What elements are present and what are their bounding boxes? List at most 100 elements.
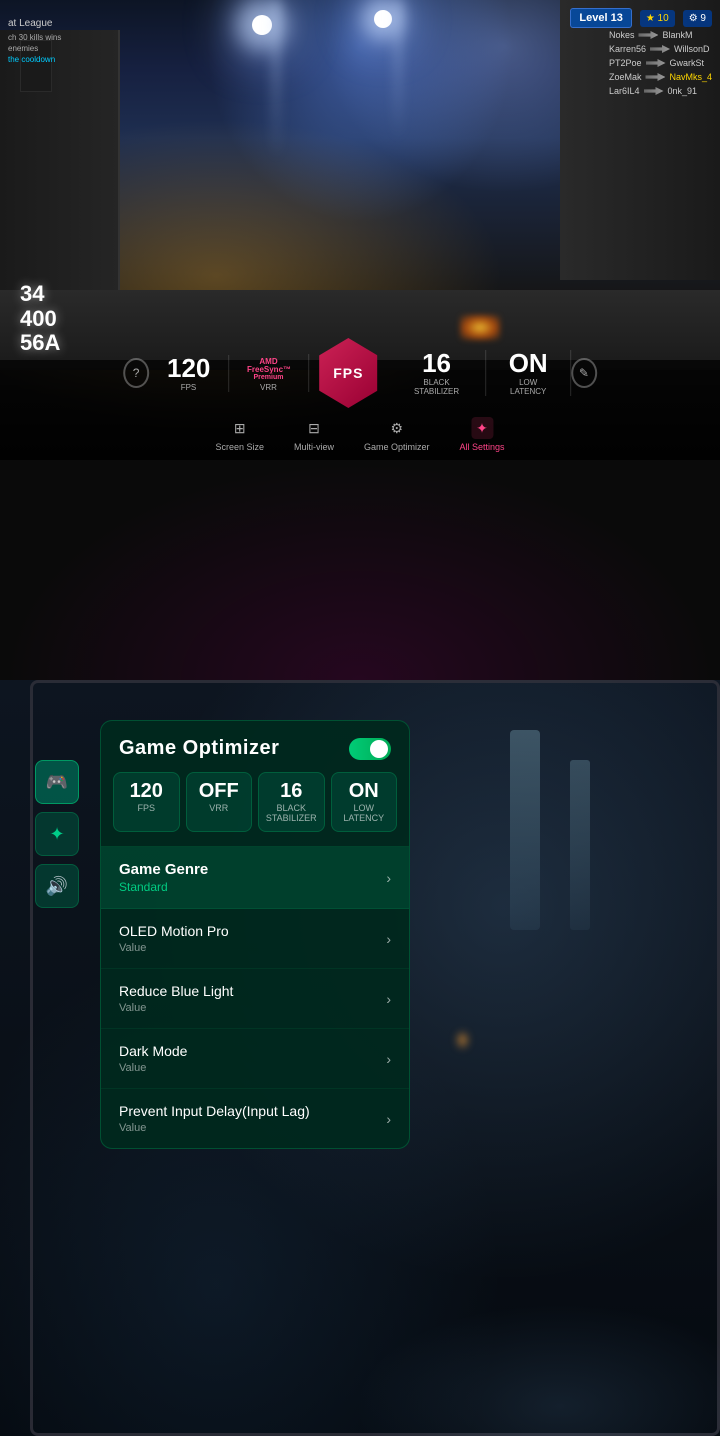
fps-label: FPS: [167, 383, 210, 392]
all-settings-icon: ✦: [471, 417, 493, 439]
all-settings-label: All Settings: [460, 442, 505, 452]
victim-name: GwarkSt: [670, 58, 705, 68]
victim-name: NavMks_4: [669, 72, 712, 82]
kill-entry: ZoeMak NavMks_4: [609, 72, 712, 82]
screen-size-label: Screen Size: [215, 442, 264, 452]
game-genre-item[interactable]: Game Genre Standard ›: [101, 847, 409, 909]
game-optimizer-label: Game Optimizer: [364, 442, 430, 452]
dark-mode-value: Value: [119, 1062, 187, 1074]
input-delay-label: Prevent Input Delay(Input Lag): [119, 1103, 310, 1119]
qs-ll-label: Low Latency: [338, 803, 391, 823]
qs-vrr-value: OFF: [193, 781, 246, 801]
input-delay-value: Value: [119, 1122, 310, 1134]
panel-header: Game Optimizer: [101, 721, 409, 772]
genre-text: Game Genre Standard: [119, 861, 208, 894]
killer-name: Nokes: [609, 30, 635, 40]
setting-info: Prevent Input Delay(Input Lag) Value: [119, 1103, 310, 1134]
killer-name: Karren56: [609, 44, 646, 54]
low-latency-value: ON: [504, 350, 552, 376]
score-display: 34 400 56A: [20, 282, 60, 355]
killer-name: ZoeMak: [609, 72, 642, 82]
low-latency-stat: ON Low Latency: [486, 350, 571, 396]
ice-pillar-2: [570, 760, 590, 930]
setting-dark-mode[interactable]: Dark Mode Value ›: [101, 1029, 409, 1089]
weapon-icon: [644, 87, 664, 95]
setting-value: Value: [119, 942, 229, 954]
vrr-label: VRR: [247, 383, 290, 392]
bottom-toolbar: ⊞ Screen Size ⊟ Multi-view ⚙ Game Optimi…: [215, 417, 504, 452]
genre-value: Standard: [119, 880, 208, 894]
black-stab-value: 16: [406, 350, 468, 376]
reduce-blue-light-value: Value: [119, 1002, 233, 1014]
fps-value: 120: [167, 355, 210, 381]
star-icon: ✦: [49, 824, 64, 845]
score-line2: 400: [20, 307, 60, 331]
qs-vrr-label: VRR: [193, 803, 246, 813]
middle-section: [0, 460, 720, 680]
weapon-icon: [645, 73, 665, 81]
chevron-right-icon: ›: [386, 1111, 391, 1127]
victim-name: 0nk_91: [668, 86, 698, 96]
kills-stat: ch 30 kills wins: [8, 33, 61, 42]
vrr-stat: AMD FreeSync™ Premium VRR: [229, 354, 309, 392]
chevron-right-icon: ›: [386, 1051, 391, 1067]
black-stabilizer-stat: 16 Black Stabilizer: [388, 350, 487, 396]
fps-stat: 120 FPS: [149, 355, 229, 392]
setting-info: Dark Mode Value: [119, 1043, 187, 1074]
muzzle-flash: [460, 315, 500, 340]
left-hud: at League ch 30 kills wins enemies the c…: [8, 18, 61, 64]
setting-info: Reduce Blue Light Value: [119, 983, 233, 1014]
stats-row: ? 120 FPS AMD FreeSync™ Premium VRR: [123, 338, 597, 408]
side-nav-volume[interactable]: 🔊: [35, 864, 79, 908]
optimizer-toggle[interactable]: [349, 738, 391, 760]
setting-prevent-input-delay[interactable]: Prevent Input Delay(Input Lag) Value ›: [101, 1089, 409, 1148]
kill-entry: Karren56 WillsonD: [609, 44, 712, 54]
setting-name: OLED Motion Pro: [119, 923, 229, 939]
qs-black-stabilizer: 16 Black Stabilizer: [258, 772, 325, 832]
toolbar-screen-size[interactable]: ⊞ Screen Size: [215, 417, 264, 452]
toggle-knob: [370, 740, 388, 758]
kill-feed: Nokes BlankM Karren56 WillsonD PT2Poe Gw…: [609, 30, 712, 96]
panel-title: Game Optimizer: [119, 737, 279, 760]
toolbar-multi-view[interactable]: ⊟ Multi-view: [294, 417, 334, 452]
weapon-icon: [638, 31, 658, 39]
torch-light: [455, 1030, 470, 1050]
gamepad-icon: 🎮: [46, 772, 68, 793]
victim-name: BlankM: [662, 30, 692, 40]
qs-bs-label: Black Stabilizer: [265, 803, 318, 823]
kill-entry: PT2Poe GwarkSt: [609, 58, 712, 68]
killer-name: PT2Poe: [609, 58, 642, 68]
fps-center-badge: FPS: [319, 338, 378, 408]
setting-info: OLED Motion Pro Value: [119, 923, 229, 954]
edit-button[interactable]: ✎: [571, 358, 597, 388]
chevron-right-icon: ›: [386, 991, 391, 1007]
kill-entry: Nokes BlankM: [609, 30, 712, 40]
qs-vrr: OFF VRR: [186, 772, 253, 832]
match-type: at League: [8, 18, 61, 29]
setting-oled-motion-pro[interactable]: OLED Motion Pro Value ›: [101, 909, 409, 969]
kill-entry: Lar6IL4 0nk_91: [609, 86, 712, 96]
ice-ground: [320, 1286, 720, 1436]
qs-low-latency: ON Low Latency: [331, 772, 398, 832]
side-nav-star[interactable]: ✦: [35, 812, 79, 856]
setting-reduce-blue-light[interactable]: Reduce Blue Light Value ›: [101, 969, 409, 1029]
help-button[interactable]: ?: [123, 358, 149, 388]
dark-mode-label: Dark Mode: [119, 1043, 187, 1059]
vrr-value: AMD FreeSync™ Premium: [247, 358, 290, 381]
ice-pillar-1: [510, 730, 540, 930]
side-nav-gamepad[interactable]: 🎮: [35, 760, 79, 804]
light-beam-right: [396, 0, 400, 140]
side-nav: 🎮 ✦ 🔊: [35, 760, 79, 908]
game-bottom-bar: ? 120 FPS AMD FreeSync™ Premium VRR: [0, 360, 720, 460]
chevron-right-icon: ›: [386, 870, 391, 886]
light-orb-left: [252, 15, 272, 35]
weapon-icon: [646, 59, 666, 67]
game-optimizer-panel: Game Optimizer 120 FPS OFF VRR 16 Black …: [100, 720, 410, 1149]
volume-icon: 🔊: [46, 876, 68, 897]
screen-size-icon: ⊞: [229, 417, 251, 439]
qs-fps-label: FPS: [120, 803, 173, 813]
toolbar-game-optimizer[interactable]: ⚙ Game Optimizer: [364, 417, 430, 452]
level-badge: Level 13: [570, 8, 631, 28]
toolbar-all-settings[interactable]: ✦ All Settings: [460, 417, 505, 452]
cooldown-stat: the cooldown: [8, 55, 61, 64]
